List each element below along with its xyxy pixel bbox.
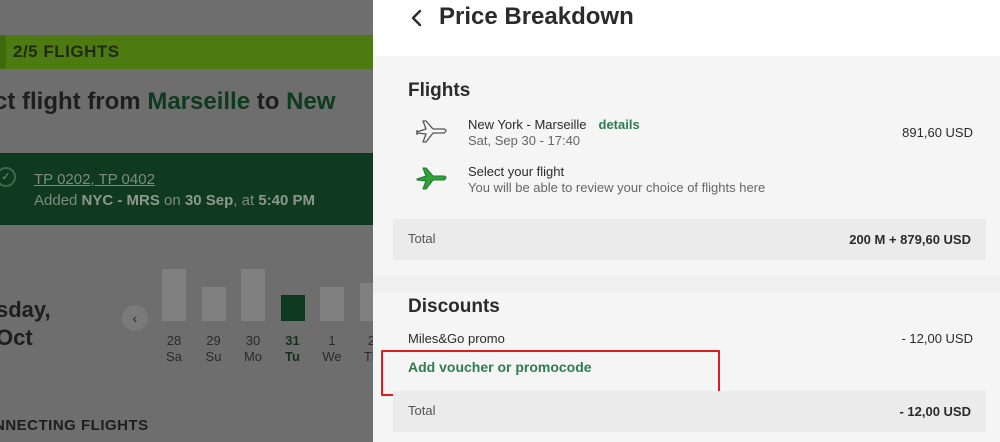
promo-amount: - 12,00 USD: [901, 331, 973, 346]
calendar-day-of-week: Th: [363, 349, 373, 364]
calendar-day-label: 31 Tu: [278, 333, 308, 365]
calendar-day-number: 2: [367, 333, 373, 348]
plane-outline-icon: [416, 120, 447, 143]
connecting-flights-heading: NNECTING FLIGHTS: [0, 417, 149, 434]
price-calendar: 28Sa 29Su 30Mo 31Tu 1We 2Th: [162, 200, 373, 370]
calendar-day-of-week: We: [322, 349, 342, 364]
promo-row: Miles&Go promo - 12,00 USD: [408, 331, 973, 346]
calendar-bar: [320, 287, 344, 321]
page-heading: ct flight from Marseille to New: [0, 88, 335, 116]
calendar-prev-button: ‹: [122, 305, 148, 331]
check-icon: ✓: [0, 167, 16, 187]
flight-route: Select your flight: [468, 164, 565, 179]
flight-codes-link: TP 0202, TP 0402: [34, 171, 155, 188]
flights-total: Total 200 M + 879,60 USD: [393, 219, 986, 260]
flight-route: New York - Marseille: [468, 117, 587, 132]
step-separator: [0, 35, 6, 69]
calendar-day-label: 30 Mo: [238, 333, 268, 365]
calendar-day-of-week: Tu: [285, 349, 300, 364]
flight-item-text: New York - Marseille details Sat, Sep 30 …: [468, 117, 640, 149]
flight-price: 891,60 USD: [902, 125, 973, 140]
promo-label: Miles&Go promo: [408, 331, 505, 346]
flights-total-label: Total: [408, 231, 436, 246]
chevron-left-icon: [411, 9, 422, 27]
step-progress-bar: 2/5 FLIGHTS: [0, 35, 373, 69]
background-page: 2/5 FLIGHTS ct flight from Marseille to …: [0, 0, 373, 442]
flight-date: Sat, Sep 30 - 17:40: [468, 133, 581, 148]
calendar-bar: [162, 269, 186, 321]
calendar-day-label: 2Th: [357, 333, 373, 365]
calendar-day-number: 28: [166, 333, 182, 348]
calendar-bar: [359, 283, 373, 321]
discounts-section-title: Discounts: [408, 296, 500, 317]
calendar-day-number: 1: [328, 333, 336, 348]
calendar-day-label: 1 We: [317, 333, 347, 365]
flights-section-title: Flights: [408, 80, 471, 101]
calendar-bar: [241, 269, 265, 321]
step-label: 2/5 FLIGHTS: [13, 42, 120, 61]
discounts-total-value: - 12,00 USD: [899, 404, 971, 419]
date-line-1: sday,: [0, 297, 51, 322]
panel-title: Price Breakdown: [439, 3, 634, 30]
calendar-bar: [201, 287, 226, 321]
calendar-day-number: 31: [285, 333, 300, 348]
flight-hint: You will be able to review your choice o…: [468, 180, 766, 195]
flight-item-text: Select your flight You will be able to r…: [468, 164, 765, 196]
plane-green-icon: [416, 167, 447, 190]
calendar-day-number: 30: [245, 333, 261, 348]
calendar-day-of-week: Su: [205, 349, 222, 364]
heading-origin: Marseille: [147, 88, 251, 115]
calendar-day-label: 29 Su: [199, 333, 229, 365]
heading-prefix: ct flight from: [0, 88, 148, 115]
heading-destination: New: [286, 88, 336, 115]
date-line-2: Oct: [0, 325, 33, 350]
calendar-bar: [280, 295, 305, 321]
discounts-total-label: Total: [408, 403, 436, 418]
calendar-day-of-week: Mo: [243, 349, 263, 364]
calendar-day-of-week: Sa: [166, 349, 182, 364]
added-route: NYC - MRS: [81, 192, 160, 209]
discounts-total: Total - 12,00 USD: [393, 391, 986, 432]
flight-route-line: New York - Marseille details: [468, 117, 640, 133]
date-heading: sday, Oct: [0, 296, 51, 352]
price-breakdown-panel: Price Breakdown Flights New York - Marse…: [373, 0, 1000, 442]
calendar-day-number: 29: [206, 333, 221, 348]
details-link[interactable]: details: [599, 117, 640, 132]
added-prefix: Added: [34, 192, 82, 209]
heading-to: to: [250, 88, 287, 115]
highlight-box: [381, 350, 720, 396]
back-button[interactable]: [407, 6, 427, 30]
flights-total-value: 200 M + 879,60 USD: [849, 232, 971, 247]
panel-header: Price Breakdown: [373, 0, 1000, 56]
section-divider: [373, 275, 1000, 293]
calendar-day-label: 28 Sa: [159, 333, 189, 365]
